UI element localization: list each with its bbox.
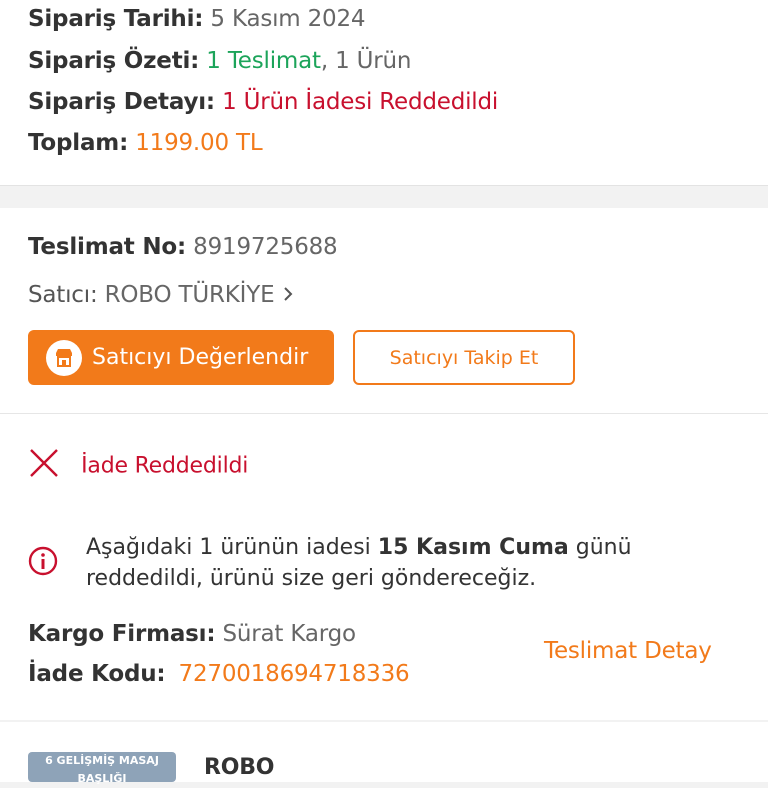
store-icon [46, 339, 82, 376]
delivery-detail-link[interactable]: Teslimat Detay [544, 638, 712, 664]
return-status-row: İade Reddedildi [28, 447, 248, 485]
order-overview-label: Sipariş Özeti: [28, 48, 200, 74]
seller-name[interactable]: ROBO TÜRKİYE [105, 282, 275, 308]
return-message-part1: Aşağıdaki 1 ürünün iadesi [86, 535, 378, 560]
order-detail-value: 1 Ürün İadesi Reddedildi [222, 89, 499, 115]
order-overview-separator: , [320, 48, 328, 74]
order-date-row: Sipariş Tarihi: 5 Kasım 2024 [28, 6, 366, 32]
order-date-value: 5 Kasım 2024 [210, 6, 366, 32]
cargo-row: Kargo Firması: Sürat Kargo [28, 621, 356, 647]
order-overview-items: 1 Ürün [335, 48, 412, 74]
divider [0, 413, 768, 414]
order-total-row: Toplam: 1199.00 TL [28, 130, 263, 156]
delivery-number-row: Teslimat No: 8919725688 [28, 234, 338, 260]
order-summary-card: Sipariş Tarihi: 5 Kasım 2024 Sipariş Öze… [0, 0, 768, 186]
return-status-text: İade Reddedildi [81, 453, 249, 479]
order-total-label: Toplam: [28, 130, 129, 156]
return-message: Aşağıdaki 1 ürünün iadesi 15 Kasım Cuma … [86, 532, 686, 594]
chevron-right-icon [282, 283, 294, 309]
rate-seller-button[interactable]: Satıcıyı Değerlendir [28, 330, 334, 385]
return-code-row: İade Kodu: 7270018694718336 [28, 661, 410, 687]
order-overview-deliveries: 1 Teslimat [206, 48, 321, 74]
order-detail-row: Sipariş Detayı: 1 Ürün İadesi Reddedildi [28, 89, 498, 115]
return-message-date: 15 Kasım Cuma [377, 535, 569, 560]
product-thumbnail[interactable]: 6 GELİŞMİŞ MASAJ BAŞLIĞI [28, 752, 176, 785]
order-date-label: Sipariş Tarihi: [28, 6, 204, 32]
order-total-value: 1199.00 TL [135, 130, 263, 156]
cargo-value: Sürat Kargo [222, 621, 356, 647]
order-detail-label: Sipariş Detayı: [28, 89, 215, 115]
seller-row[interactable]: Satıcı: ROBO TÜRKİYE [28, 282, 294, 309]
delivery-number-label: Teslimat No: [28, 234, 187, 260]
close-x-icon [28, 447, 60, 485]
info-circle-icon [28, 546, 58, 580]
return-code-label: İade Kodu: [28, 661, 166, 687]
cargo-label: Kargo Firması: [28, 621, 216, 647]
order-overview-row: Sipariş Özeti: 1 Teslimat, 1 Ürün [28, 48, 411, 74]
rate-seller-label: Satıcıyı Değerlendir [92, 345, 309, 370]
follow-seller-button[interactable]: Satıcıyı Takip Et [353, 330, 575, 385]
delivery-number-value: 8919725688 [193, 234, 338, 260]
seller-label: Satıcı: [28, 282, 98, 308]
return-code-value: 7270018694718336 [178, 661, 410, 687]
